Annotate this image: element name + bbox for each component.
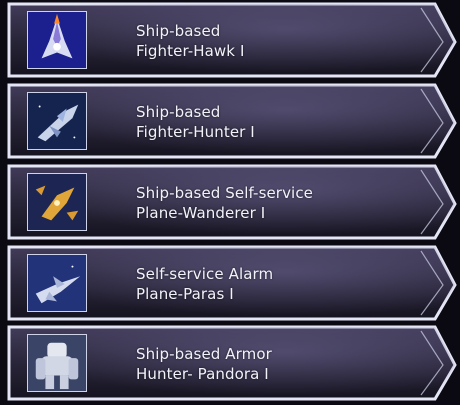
ship-card-fighter-hawk[interactable]: Ship-based Fighter-Hawk I (3, 2, 457, 78)
ship-label: Ship-based Fighter-Hunter I (136, 102, 255, 142)
ship-label: Self-service Alarm Plane-Paras I (136, 264, 273, 304)
ship-card-fighter-hunter[interactable]: Ship-based Fighter-Hunter I (3, 83, 457, 159)
ship-card-armor-pandora[interactable]: Ship-based Armor Hunter- Pandora I (3, 325, 457, 401)
ship-label-line2: Plane-Paras I (136, 285, 234, 303)
ship-label: Ship-based Armor Hunter- Pandora I (136, 344, 272, 384)
ship-label: Ship-based Self-service Plane-Wanderer I (136, 183, 313, 223)
ship-label-line1: Self-service Alarm (136, 265, 274, 283)
ship-label-line1: Ship-based Self-service (136, 184, 313, 202)
ship-label-line2: Hunter- Pandora I (136, 365, 269, 383)
plane-paras-icon (27, 254, 87, 312)
ship-label-line1: Ship-based Armor (136, 345, 272, 363)
fighter-hunter-icon (27, 92, 87, 150)
fighter-hawk-icon (27, 11, 87, 69)
ship-label: Ship-based Fighter-Hawk I (136, 21, 244, 61)
ship-card-plane-paras[interactable]: Self-service Alarm Plane-Paras I (3, 245, 457, 321)
ship-label-line2: Plane-Wanderer I (136, 204, 266, 222)
ship-label-line1: Ship-based (136, 22, 221, 40)
ship-card-plane-wanderer[interactable]: Ship-based Self-service Plane-Wanderer I (3, 164, 457, 240)
ship-label-line1: Ship-based (136, 103, 221, 121)
ship-label-line2: Fighter-Hawk I (136, 42, 245, 60)
ship-label-line2: Fighter-Hunter I (136, 123, 255, 141)
ship-list: Ship-based Fighter-Hawk I Ship-based Fig… (0, 0, 460, 405)
armor-pandora-icon (27, 334, 87, 392)
plane-wanderer-icon (27, 173, 87, 231)
